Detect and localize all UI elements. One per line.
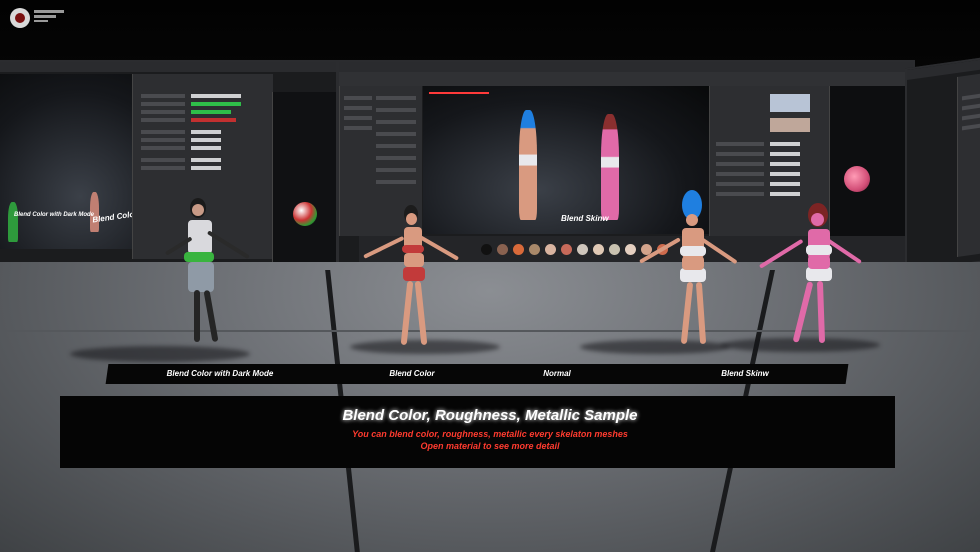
label-normal: Normal — [543, 369, 571, 378]
monitor-left-caption-1: Blend Color with Dark Mode — [14, 212, 95, 218]
label-blend-color-dark-mode: Blend Color with Dark Mode — [166, 369, 274, 378]
monitor-center-character-pink — [601, 114, 619, 220]
character-dark-mode[interactable] — [150, 190, 270, 350]
label-blend-skin: Blend Skinw — [721, 369, 769, 378]
character-blend-color[interactable] — [360, 205, 470, 355]
monitor-center-caption: Blend Skinw — [561, 214, 609, 223]
monitor-left-preview-panel — [272, 92, 336, 263]
sample-title: Blend Color, Roughness, Metallic Sample — [342, 407, 638, 424]
sample-subtitle-2: Open material to see more detail — [420, 441, 560, 451]
monitor-right — [905, 55, 980, 274]
monitor-center-character-blue — [519, 110, 537, 220]
character-normal[interactable] — [630, 190, 750, 350]
monitor-left-character-1 — [8, 202, 18, 242]
monitor-center-debug-text-icon — [429, 92, 489, 94]
sample-subtitle-1: You can blend color, roughness, metallic… — [352, 429, 628, 439]
label-blend-color: Blend Color — [389, 369, 435, 378]
character-blend-skin[interactable] — [750, 195, 870, 355]
watermark-logo-text-icon — [34, 10, 64, 26]
monitor-center-titlebar — [339, 62, 913, 72]
monitor-center-toolbar — [339, 72, 913, 86]
game-viewport[interactable]: Blend Color with Dark Mode Blend Color, … — [0, 0, 980, 552]
watermark-logo-icon — [10, 8, 30, 28]
monitor-right-details-panel — [957, 71, 980, 258]
monitor-left-titlebar — [0, 62, 336, 72]
